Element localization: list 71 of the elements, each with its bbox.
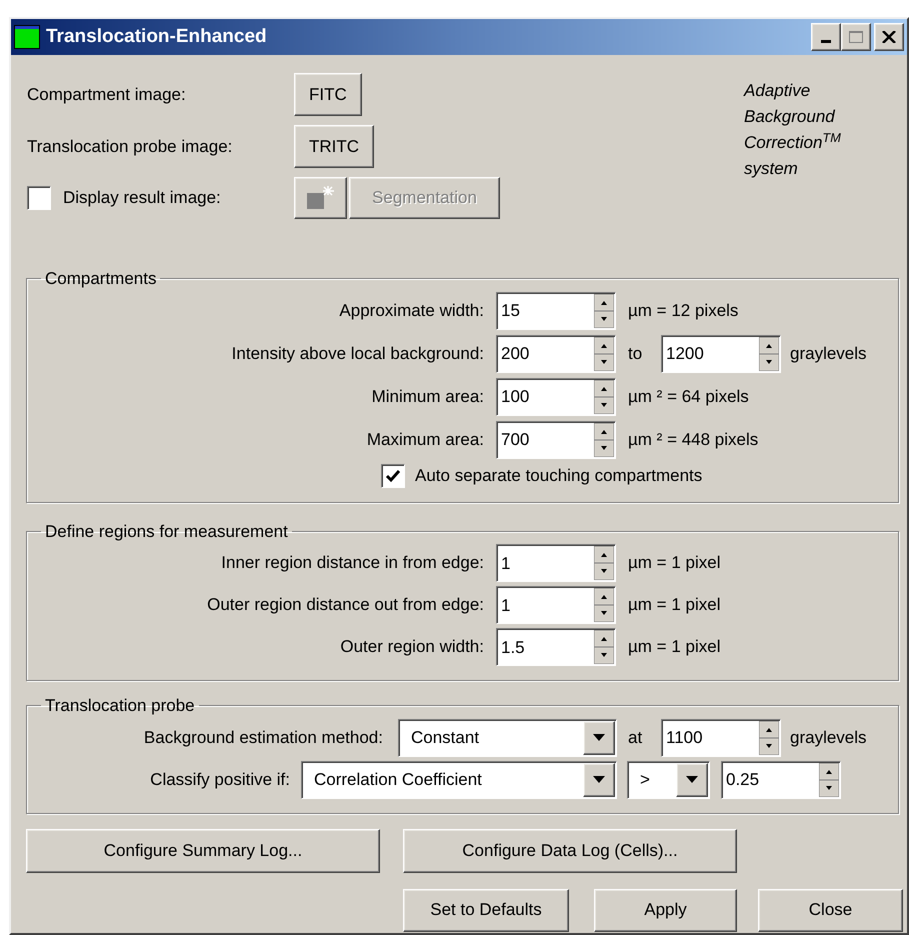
channel-button[interactable]: TRITC [294,125,374,168]
maximize-icon [848,30,864,44]
caret-icon[interactable] [676,762,708,796]
unit-label: µm ² = 448 pixels [628,428,758,451]
field-label: Background estimation method: [144,726,383,749]
field-label: Inner region distance in from edge: [221,552,484,574]
spinner-icon[interactable] [759,336,779,370]
unit-label: µm = 12 pixels [628,300,738,322]
spinner-icon[interactable] [594,336,614,370]
field-label: Intensity above local background: [232,342,484,365]
unit-label: graylevels [790,342,867,365]
field-label: Maximum area: [366,428,484,451]
spinner-icon[interactable] [819,762,839,796]
spin-field[interactable]: 0.25 [721,760,841,798]
group-title: Define regions for measurement [44,520,289,542]
check-icon [385,468,401,482]
spin-field[interactable]: 1 [496,544,616,582]
spinner-icon[interactable] [594,588,614,622]
sparkle-square-icon [306,185,336,211]
checkbox-label: Auto separate touching compartments [415,464,702,487]
image-label: Compartment image: [27,84,186,104]
close-button[interactable] [874,23,904,51]
window-icon [14,25,40,49]
channel-button[interactable]: FITC [294,73,362,116]
checkbox[interactable] [381,464,405,488]
field-label: Classify positive if: [150,768,290,791]
spinner-icon[interactable] [759,720,779,754]
caret-icon[interactable] [583,720,615,754]
action-button[interactable]: Close [758,888,903,932]
spin-field[interactable]: 100 [496,378,616,416]
action-button[interactable]: Apply [594,888,737,932]
unit-label: µm ² = 64 pixels [628,386,749,408]
checkbox-label: Display result image: [63,187,221,210]
spin-field[interactable]: 15 [496,292,616,330]
log-button[interactable]: Configure Summary Log... [26,828,380,872]
group-title: Translocation probe [44,695,196,717]
image-label: Translocation probe image: [27,136,232,156]
branding-text: Adaptive Background Correction$^{TM}$ system [744,80,841,180]
dropdown-field[interactable]: Correlation Coefficient [301,760,617,798]
field-label: Approximate width: [339,300,484,322]
minimize-button[interactable] [811,23,841,51]
at-label: at [628,726,644,749]
field-label: Outer region width: [340,636,484,658]
spin-field[interactable]: 1100 [661,718,781,756]
spin-field[interactable]: 1200 [661,334,781,372]
caret-icon[interactable] [583,762,615,796]
action-button[interactable]: Set to Defaults [403,888,569,932]
unit-label: µm = 1 pixel [628,594,720,616]
maximize-button[interactable] [841,23,871,51]
log-button[interactable]: Configure Data Log (Cells)... [403,828,737,872]
spin-field[interactable]: 200 [496,334,616,372]
group-title: Compartments [44,268,158,290]
minimize-icon [821,40,831,43]
spin-field[interactable]: 700 [496,420,616,458]
spin-field[interactable]: 1.5 [496,628,616,666]
window-title: Translocation-Enhanced [46,24,267,49]
unit-label: graylevels [790,726,867,749]
dropdown-field[interactable]: Constant [398,718,617,756]
spinner-icon[interactable] [594,546,614,580]
spinner-icon[interactable] [594,422,614,456]
unit-label: µm = 1 pixel [628,552,720,574]
unit-label: µm = 1 pixel [628,636,720,658]
field-label: Outer region distance out from edge: [207,594,484,616]
field-label: Minimum area: [372,386,484,408]
spinner-icon[interactable] [594,380,614,414]
close-icon [882,31,896,43]
range-separator: to [628,342,644,365]
dropdown-field[interactable]: > [627,760,710,798]
spinner-icon[interactable] [594,630,614,664]
spinner-icon[interactable] [594,294,614,328]
spin-field[interactable]: 1 [496,586,616,624]
